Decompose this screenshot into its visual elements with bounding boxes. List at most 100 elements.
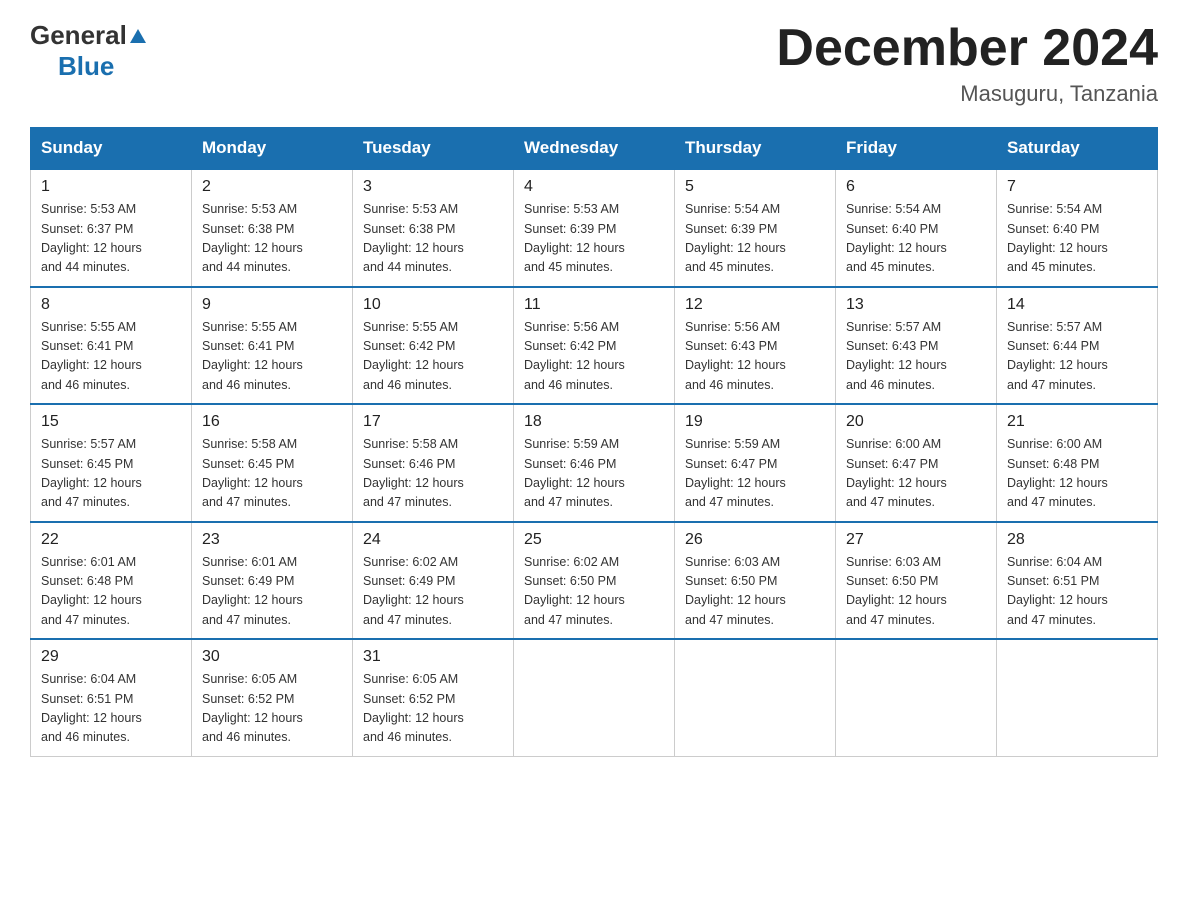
day-info: Sunrise: 6:00 AM Sunset: 6:47 PM Dayligh…: [846, 435, 986, 513]
day-info: Sunrise: 5:58 AM Sunset: 6:46 PM Dayligh…: [363, 435, 503, 513]
day-info: Sunrise: 5:54 AM Sunset: 6:39 PM Dayligh…: [685, 200, 825, 278]
calendar-cell: 15 Sunrise: 5:57 AM Sunset: 6:45 PM Dayl…: [31, 404, 192, 522]
day-info: Sunrise: 5:57 AM Sunset: 6:45 PM Dayligh…: [41, 435, 181, 513]
calendar-cell: 5 Sunrise: 5:54 AM Sunset: 6:39 PM Dayli…: [675, 169, 836, 287]
day-number: 28: [1007, 531, 1147, 549]
column-header-tuesday: Tuesday: [353, 128, 514, 170]
day-info: Sunrise: 5:59 AM Sunset: 6:47 PM Dayligh…: [685, 435, 825, 513]
day-number: 6: [846, 178, 986, 196]
calendar-cell: 31 Sunrise: 6:05 AM Sunset: 6:52 PM Dayl…: [353, 639, 514, 756]
day-number: 8: [41, 296, 181, 314]
day-info: Sunrise: 5:55 AM Sunset: 6:41 PM Dayligh…: [202, 318, 342, 396]
calendar-cell: 10 Sunrise: 5:55 AM Sunset: 6:42 PM Dayl…: [353, 287, 514, 405]
day-number: 18: [524, 413, 664, 431]
day-number: 4: [524, 178, 664, 196]
calendar-cell: [675, 639, 836, 756]
column-header-sunday: Sunday: [31, 128, 192, 170]
day-number: 31: [363, 648, 503, 666]
day-number: 19: [685, 413, 825, 431]
calendar-cell: [514, 639, 675, 756]
day-number: 21: [1007, 413, 1147, 431]
day-number: 23: [202, 531, 342, 549]
calendar-cell: 8 Sunrise: 5:55 AM Sunset: 6:41 PM Dayli…: [31, 287, 192, 405]
calendar-cell: [836, 639, 997, 756]
calendar-cell: 28 Sunrise: 6:04 AM Sunset: 6:51 PM Dayl…: [997, 522, 1158, 640]
day-info: Sunrise: 5:53 AM Sunset: 6:39 PM Dayligh…: [524, 200, 664, 278]
day-info: Sunrise: 6:02 AM Sunset: 6:50 PM Dayligh…: [524, 553, 664, 631]
calendar-cell: 12 Sunrise: 5:56 AM Sunset: 6:43 PM Dayl…: [675, 287, 836, 405]
calendar-header-row: SundayMondayTuesdayWednesdayThursdayFrid…: [31, 128, 1158, 170]
calendar-cell: 19 Sunrise: 5:59 AM Sunset: 6:47 PM Dayl…: [675, 404, 836, 522]
day-number: 29: [41, 648, 181, 666]
calendar-table: SundayMondayTuesdayWednesdayThursdayFrid…: [30, 127, 1158, 757]
day-number: 7: [1007, 178, 1147, 196]
day-info: Sunrise: 5:56 AM Sunset: 6:43 PM Dayligh…: [685, 318, 825, 396]
day-info: Sunrise: 5:53 AM Sunset: 6:38 PM Dayligh…: [202, 200, 342, 278]
calendar-cell: 2 Sunrise: 5:53 AM Sunset: 6:38 PM Dayli…: [192, 169, 353, 287]
calendar-cell: 25 Sunrise: 6:02 AM Sunset: 6:50 PM Dayl…: [514, 522, 675, 640]
day-info: Sunrise: 5:53 AM Sunset: 6:38 PM Dayligh…: [363, 200, 503, 278]
day-number: 16: [202, 413, 342, 431]
column-header-monday: Monday: [192, 128, 353, 170]
day-number: 12: [685, 296, 825, 314]
calendar-week-row: 15 Sunrise: 5:57 AM Sunset: 6:45 PM Dayl…: [31, 404, 1158, 522]
calendar-cell: 11 Sunrise: 5:56 AM Sunset: 6:42 PM Dayl…: [514, 287, 675, 405]
day-info: Sunrise: 6:03 AM Sunset: 6:50 PM Dayligh…: [685, 553, 825, 631]
day-info: Sunrise: 5:54 AM Sunset: 6:40 PM Dayligh…: [846, 200, 986, 278]
logo-blue-text: Blue: [58, 51, 114, 82]
location-title: Masuguru, Tanzania: [776, 81, 1158, 107]
day-number: 1: [41, 178, 181, 196]
day-number: 3: [363, 178, 503, 196]
calendar-cell: 13 Sunrise: 5:57 AM Sunset: 6:43 PM Dayl…: [836, 287, 997, 405]
calendar-cell: [997, 639, 1158, 756]
day-info: Sunrise: 5:54 AM Sunset: 6:40 PM Dayligh…: [1007, 200, 1147, 278]
day-number: 17: [363, 413, 503, 431]
calendar-cell: 18 Sunrise: 5:59 AM Sunset: 6:46 PM Dayl…: [514, 404, 675, 522]
day-number: 13: [846, 296, 986, 314]
calendar-cell: 7 Sunrise: 5:54 AM Sunset: 6:40 PM Dayli…: [997, 169, 1158, 287]
logo: General Blue: [30, 20, 146, 82]
day-number: 30: [202, 648, 342, 666]
day-info: Sunrise: 5:59 AM Sunset: 6:46 PM Dayligh…: [524, 435, 664, 513]
logo-general-text: General: [30, 20, 127, 51]
day-number: 9: [202, 296, 342, 314]
day-number: 22: [41, 531, 181, 549]
day-info: Sunrise: 5:57 AM Sunset: 6:43 PM Dayligh…: [846, 318, 986, 396]
day-info: Sunrise: 6:01 AM Sunset: 6:48 PM Dayligh…: [41, 553, 181, 631]
day-info: Sunrise: 6:01 AM Sunset: 6:49 PM Dayligh…: [202, 553, 342, 631]
day-info: Sunrise: 6:05 AM Sunset: 6:52 PM Dayligh…: [363, 670, 503, 748]
page-header: General Blue December 2024 Masuguru, Tan…: [30, 20, 1158, 107]
calendar-cell: 27 Sunrise: 6:03 AM Sunset: 6:50 PM Dayl…: [836, 522, 997, 640]
day-number: 5: [685, 178, 825, 196]
calendar-cell: 3 Sunrise: 5:53 AM Sunset: 6:38 PM Dayli…: [353, 169, 514, 287]
day-number: 26: [685, 531, 825, 549]
day-info: Sunrise: 5:57 AM Sunset: 6:44 PM Dayligh…: [1007, 318, 1147, 396]
day-info: Sunrise: 5:53 AM Sunset: 6:37 PM Dayligh…: [41, 200, 181, 278]
calendar-cell: 20 Sunrise: 6:00 AM Sunset: 6:47 PM Dayl…: [836, 404, 997, 522]
day-number: 24: [363, 531, 503, 549]
day-info: Sunrise: 6:04 AM Sunset: 6:51 PM Dayligh…: [41, 670, 181, 748]
calendar-cell: 24 Sunrise: 6:02 AM Sunset: 6:49 PM Dayl…: [353, 522, 514, 640]
day-info: Sunrise: 6:00 AM Sunset: 6:48 PM Dayligh…: [1007, 435, 1147, 513]
calendar-week-row: 22 Sunrise: 6:01 AM Sunset: 6:48 PM Dayl…: [31, 522, 1158, 640]
calendar-week-row: 8 Sunrise: 5:55 AM Sunset: 6:41 PM Dayli…: [31, 287, 1158, 405]
day-info: Sunrise: 5:58 AM Sunset: 6:45 PM Dayligh…: [202, 435, 342, 513]
day-info: Sunrise: 5:55 AM Sunset: 6:41 PM Dayligh…: [41, 318, 181, 396]
title-block: December 2024 Masuguru, Tanzania: [776, 20, 1158, 107]
calendar-cell: 4 Sunrise: 5:53 AM Sunset: 6:39 PM Dayli…: [514, 169, 675, 287]
month-year-title: December 2024: [776, 20, 1158, 77]
day-number: 20: [846, 413, 986, 431]
day-info: Sunrise: 6:04 AM Sunset: 6:51 PM Dayligh…: [1007, 553, 1147, 631]
column-header-friday: Friday: [836, 128, 997, 170]
day-info: Sunrise: 5:55 AM Sunset: 6:42 PM Dayligh…: [363, 318, 503, 396]
calendar-cell: 21 Sunrise: 6:00 AM Sunset: 6:48 PM Dayl…: [997, 404, 1158, 522]
calendar-cell: 30 Sunrise: 6:05 AM Sunset: 6:52 PM Dayl…: [192, 639, 353, 756]
calendar-week-row: 29 Sunrise: 6:04 AM Sunset: 6:51 PM Dayl…: [31, 639, 1158, 756]
column-header-thursday: Thursday: [675, 128, 836, 170]
day-info: Sunrise: 5:56 AM Sunset: 6:42 PM Dayligh…: [524, 318, 664, 396]
calendar-cell: 14 Sunrise: 5:57 AM Sunset: 6:44 PM Dayl…: [997, 287, 1158, 405]
calendar-cell: 22 Sunrise: 6:01 AM Sunset: 6:48 PM Dayl…: [31, 522, 192, 640]
calendar-cell: 6 Sunrise: 5:54 AM Sunset: 6:40 PM Dayli…: [836, 169, 997, 287]
calendar-cell: 26 Sunrise: 6:03 AM Sunset: 6:50 PM Dayl…: [675, 522, 836, 640]
day-info: Sunrise: 6:05 AM Sunset: 6:52 PM Dayligh…: [202, 670, 342, 748]
